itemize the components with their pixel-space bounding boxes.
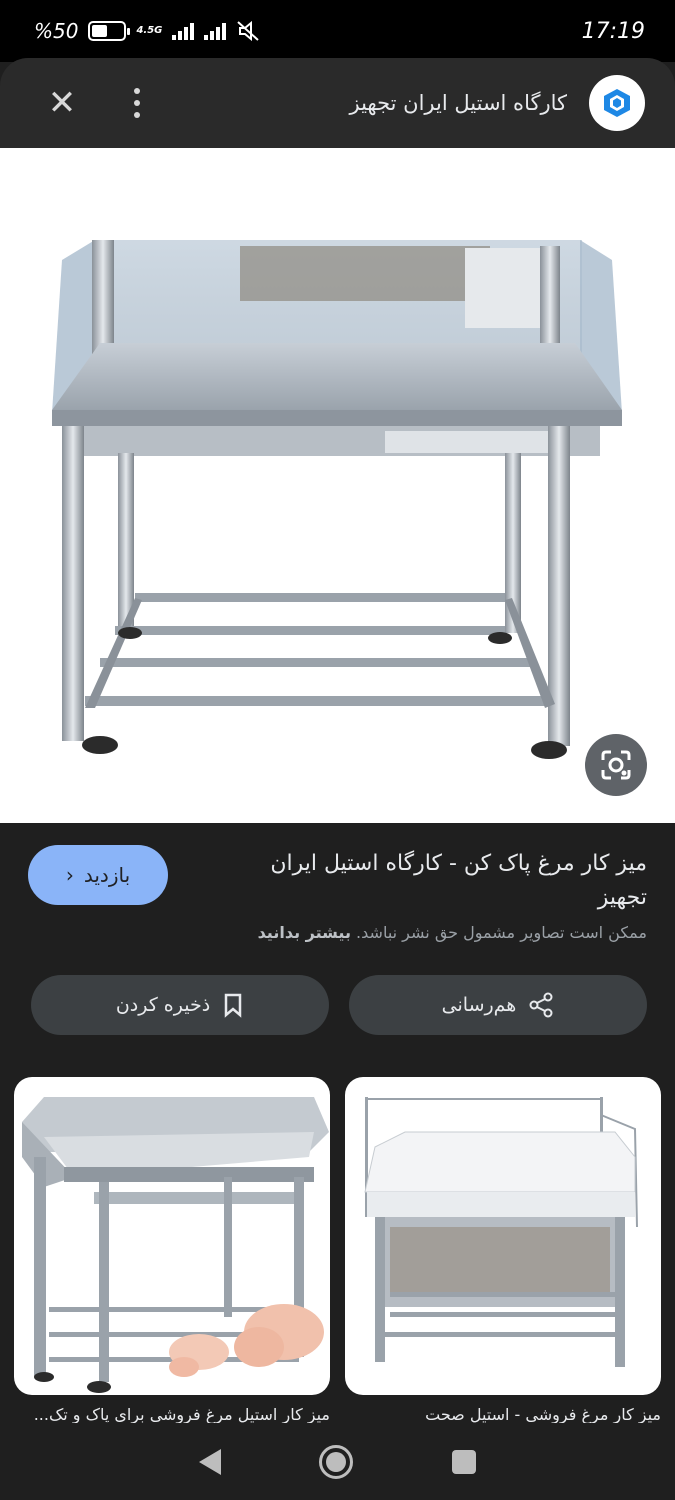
save-button[interactable]: ذخیره کردن [31,975,329,1035]
learn-more-link[interactable]: بیشتر بدانید [258,923,351,942]
bookmark-icon [224,993,242,1018]
steel-table-thumb-1 [364,1097,638,1367]
image-title: میز کار مرغ پاک کن - کارگاه استیل ایران … [270,851,647,910]
copyright-text: ممکن است تصاویر مشمول حق نشر نباشد. [356,923,647,942]
viewer-header: ✕ کارگاه استیل ایران تجهیز [0,58,675,148]
mute-icon [237,20,260,42]
back-icon[interactable] [199,1448,222,1475]
site-name[interactable]: کارگاه استیل ایران تجهیز [152,91,568,115]
status-icons: %50 4.5G [34,19,262,43]
network-type: 4.5G [136,25,163,36]
close-icon: ✕ [47,83,77,123]
lens-icon [601,750,631,780]
related-caption-2[interactable]: میز کار استیل مرغ فروشی برای پاک و تک... [14,1405,330,1423]
copyright-notice: ممکن است تصاویر مشمول حق نشر نباشد. بیشت… [27,923,647,942]
image-details: بازدید ‹ میز کار مرغ پاک کن - کارگاه است… [0,823,675,1423]
system-nav-bar [0,1423,675,1500]
related-image-2[interactable] [14,1077,330,1395]
status-bar: %50 4.5G 17:19 [0,0,675,62]
close-button[interactable]: ✕ [40,81,84,125]
recent-apps-icon[interactable] [451,1449,476,1474]
battery-percent: %50 [34,19,79,43]
clock: 17:19 [581,18,645,44]
home-icon[interactable] [319,1444,354,1479]
steel-table-image [52,240,622,759]
hexagon-logo-icon [604,89,630,117]
share-label: هم‌رسانی [441,994,517,1016]
related-caption-1[interactable]: میز کار مرغ فروشی - استیل صحت [345,1405,661,1423]
share-icon [529,992,553,1018]
visit-label: بازدید [83,863,131,887]
share-button[interactable]: هم‌رسانی [349,975,647,1035]
steel-table-thumb-2 [22,1097,329,1393]
visit-button[interactable]: بازدید ‹ [28,845,168,905]
signal-icon [172,22,195,40]
site-logo[interactable] [589,75,645,131]
chevron-left-icon: ‹ [65,863,74,887]
lens-search-button[interactable] [585,734,647,796]
battery-icon [88,21,131,41]
main-image[interactable] [0,148,675,823]
save-label: ذخیره کردن [115,994,211,1016]
more-options-button[interactable] [122,81,152,125]
signal-icon-2 [204,22,227,40]
related-image-1[interactable] [345,1077,661,1395]
